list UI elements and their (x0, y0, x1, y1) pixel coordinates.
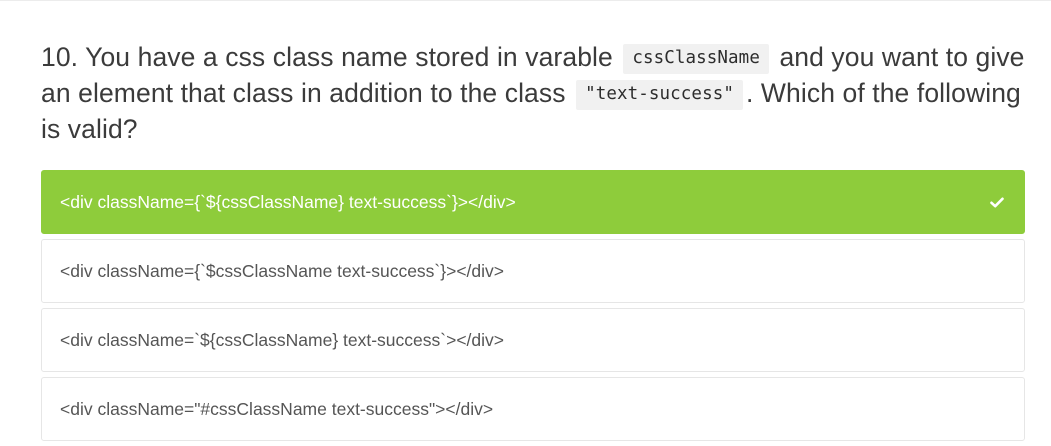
answer-option-2[interactable]: <div className={`$cssClassName text-succ… (41, 239, 1025, 303)
top-divider (0, 0, 1051, 1)
answer-option-label: <div className={`$cssClassName text-succ… (60, 260, 504, 281)
answer-option-4[interactable]: <div className="#cssClassName text-succe… (41, 377, 1025, 441)
check-icon (988, 193, 1006, 211)
answer-option-label: <div className=`${cssClassName} text-suc… (60, 329, 504, 350)
answer-option-label: <div className={`${cssClassName} text-su… (60, 191, 516, 212)
question-number: 10. (41, 42, 79, 72)
code-snippet-variable: cssClassName (623, 44, 769, 74)
question-text: 10. You have a css class name stored in … (41, 40, 1031, 147)
question-text-part1: You have a css class name stored in vara… (85, 42, 613, 72)
code-snippet-class: "text-success" (576, 80, 743, 110)
answer-options: <div className={`${cssClassName} text-su… (41, 170, 1025, 446)
answer-option-1[interactable]: <div className={`${cssClassName} text-su… (41, 170, 1025, 234)
answer-option-3[interactable]: <div className=`${cssClassName} text-suc… (41, 308, 1025, 372)
answer-option-label: <div className="#cssClassName text-succe… (60, 398, 494, 419)
